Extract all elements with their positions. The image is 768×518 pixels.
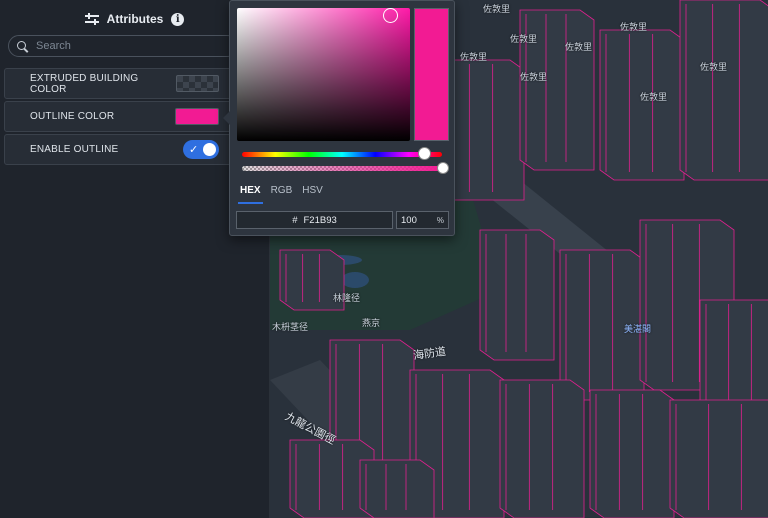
panel-title: Attributes <box>106 12 164 26</box>
saturation-value-area[interactable] <box>237 8 410 141</box>
map-label: 佐敦里 <box>700 62 728 72</box>
row-outline-color[interactable]: OUTLINE COLOR <box>4 101 232 132</box>
row-extruded-building-color[interactable]: EXTRUDED BUILDING COLOR <box>4 68 232 99</box>
popover-arrow <box>223 111 230 125</box>
alpha-slider[interactable] <box>242 166 442 171</box>
toggle-knob <box>203 143 216 156</box>
info-icon[interactable]: i <box>171 12 185 26</box>
app-root: 佐敦里 佐敦里 佐敦里 佐敦里 佐敦里 佐敦里 佐敦里 佐敦里 林隆径 木枡茎径… <box>0 0 768 518</box>
map-label: 佐敦里 <box>460 52 488 62</box>
hue-slider[interactable] <box>242 152 442 157</box>
check-icon: ✓ <box>189 143 199 156</box>
row-enable-outline[interactable]: ENABLE OUTLINE ✓ <box>4 134 232 165</box>
map-label: 佐敦里 <box>510 34 538 44</box>
extruded-color-swatch[interactable] <box>175 75 219 92</box>
pond <box>341 272 369 288</box>
map-label: 佐敦里 <box>620 22 648 32</box>
map-label-poi: 美湛閣 <box>624 324 652 334</box>
search-icon <box>17 40 28 52</box>
attribute-list: EXTRUDED BUILDING COLOR OUTLINE COLOR EN… <box>4 68 232 167</box>
building <box>679 0 768 181</box>
map-label: 佐敦里 <box>520 72 548 82</box>
hex-prefix: # <box>292 214 298 226</box>
alpha-input[interactable]: 100 % <box>396 211 449 229</box>
hex-input[interactable]: # F21B93 <box>236 211 393 229</box>
hue-slider-handle[interactable] <box>418 147 431 160</box>
building <box>599 29 685 181</box>
color-mode-tabs: HEX RGB HSV <box>238 183 325 204</box>
building <box>359 459 435 518</box>
outline-color-swatch[interactable] <box>175 108 219 125</box>
alpha-slider-handle[interactable] <box>437 162 449 174</box>
color-picker-popover: HEX RGB HSV # F21B93 100 % <box>223 0 455 236</box>
map-label: 佐敦里 <box>565 42 593 52</box>
row-label: OUTLINE COLOR <box>30 111 115 122</box>
building <box>589 389 675 518</box>
map-label: 木枡茎径 <box>272 322 309 332</box>
sv-cursor[interactable] <box>383 8 398 23</box>
building <box>669 399 768 518</box>
tab-hex[interactable]: HEX <box>238 183 263 204</box>
map-label: 佐敦里 <box>483 4 511 14</box>
search-input[interactable] <box>36 40 216 52</box>
sliders-icon <box>84 13 99 25</box>
building <box>499 379 585 518</box>
row-label: ENABLE OUTLINE <box>30 144 119 155</box>
color-preview <box>414 8 449 141</box>
search-box[interactable] <box>8 35 238 57</box>
tab-hsv[interactable]: HSV <box>300 183 325 204</box>
map-label: 佐敦里 <box>640 92 668 102</box>
building <box>479 229 555 361</box>
row-label: EXTRUDED BUILDING COLOR <box>30 72 139 95</box>
alpha-value: 100 <box>401 214 417 226</box>
hex-value: F21B93 <box>303 214 337 226</box>
map-label: 燕京 <box>362 318 381 328</box>
enable-outline-toggle[interactable]: ✓ <box>183 140 219 159</box>
alpha-unit: % <box>436 215 444 225</box>
tab-rgb[interactable]: RGB <box>269 183 295 204</box>
map-label: 林隆径 <box>333 293 361 303</box>
